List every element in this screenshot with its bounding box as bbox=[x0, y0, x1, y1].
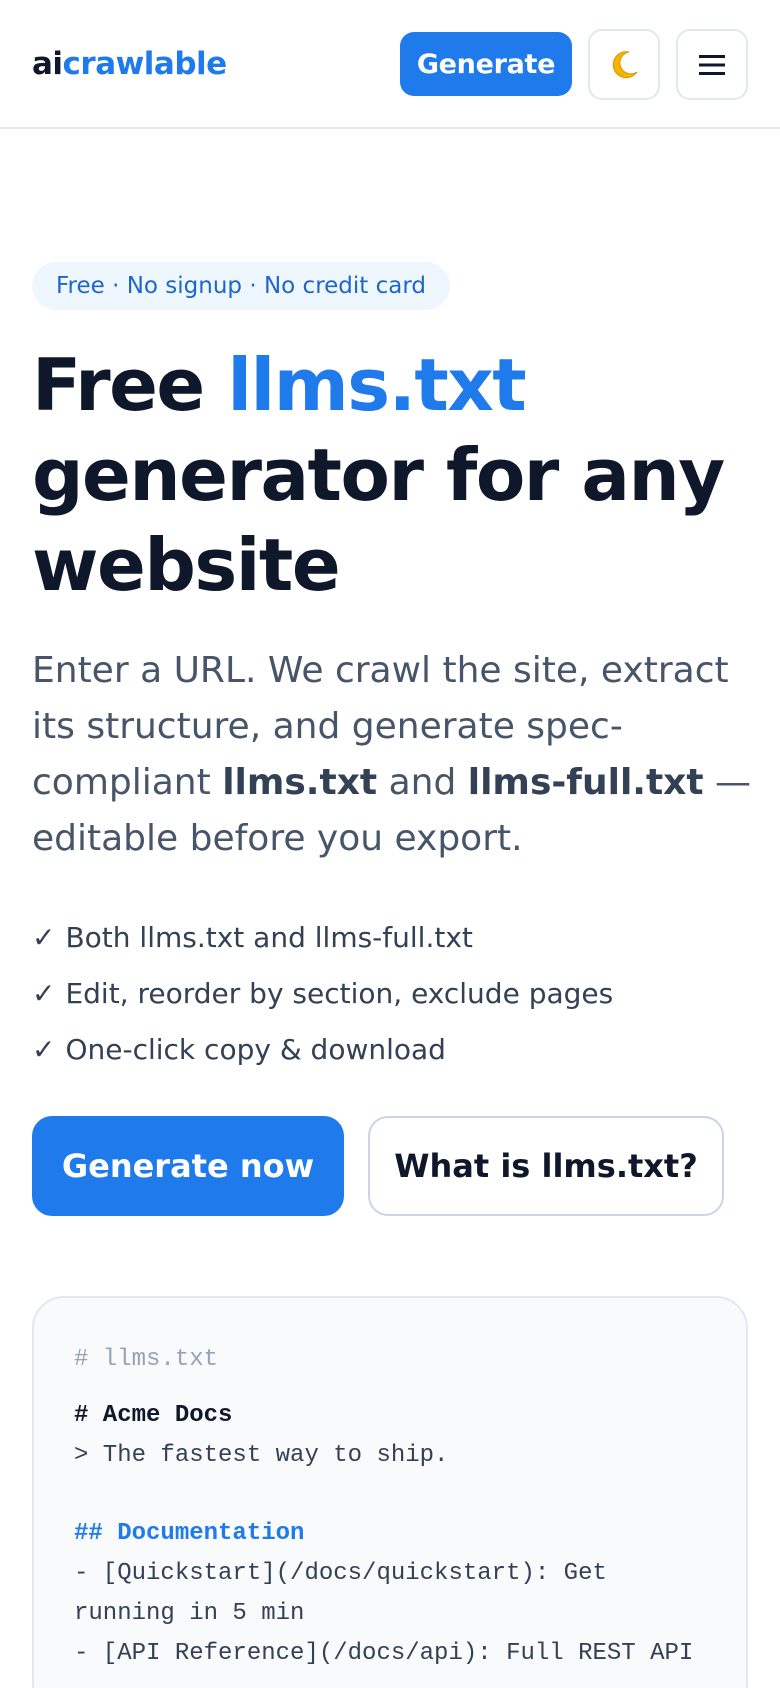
code-list-item: - [Quickstart](/docs/quickstart): Get ru… bbox=[74, 1560, 622, 1627]
menu-button[interactable] bbox=[676, 29, 748, 100]
code-comment: # llms.txt bbox=[74, 1346, 219, 1373]
theme-toggle-button[interactable] bbox=[588, 29, 660, 100]
code-spacer bbox=[74, 1476, 706, 1514]
what-is-llms-button[interactable]: What is llms.txt? bbox=[368, 1116, 724, 1216]
lead-bold-llms-full: llms-full.txt bbox=[467, 762, 704, 803]
check-icon: ✓ bbox=[32, 921, 56, 954]
code-section-heading: ## Documentation bbox=[74, 1520, 305, 1547]
code-list-item: - [API Reference](/docs/api): Full REST … bbox=[74, 1640, 694, 1667]
moon-icon bbox=[612, 50, 638, 78]
feature-text: Edit, reorder by section, exclude pages bbox=[65, 977, 614, 1010]
feature-text: Both llms.txt and llms-full.txt bbox=[65, 921, 473, 954]
feature-item: ✓ Edit, reorder by section, exclude pages bbox=[32, 966, 752, 1022]
hero-description: Enter a URL. We crawl the site, extract … bbox=[32, 643, 752, 867]
promo-badge: Free · No signup · No credit card bbox=[32, 262, 450, 310]
title-accent: llms.txt bbox=[227, 343, 526, 427]
logo-suffix: crawlable bbox=[62, 46, 228, 82]
site-header: aicrawlable Generate bbox=[0, 0, 780, 129]
title-part1: Free bbox=[32, 343, 228, 427]
logo-prefix: ai bbox=[32, 46, 63, 82]
lead-bold-llms: llms.txt bbox=[222, 762, 378, 803]
generate-now-button[interactable]: Generate now bbox=[32, 1116, 344, 1216]
title-part2: generator for any website bbox=[32, 433, 725, 607]
llms-code-preview: # llms.txt # Acme Docs > The fastest way… bbox=[32, 1296, 748, 1688]
header-generate-button[interactable]: Generate bbox=[400, 32, 572, 96]
feature-item: ✓ One-click copy & download bbox=[32, 1022, 752, 1078]
hamburger-icon bbox=[699, 54, 725, 75]
code-title: # Acme Docs bbox=[74, 1402, 233, 1429]
page-title: Free llms.txt generator for any website bbox=[32, 340, 752, 610]
check-icon: ✓ bbox=[32, 977, 56, 1010]
logo[interactable]: aicrawlable bbox=[32, 44, 227, 84]
lead-text-2: and bbox=[377, 762, 468, 803]
feature-list: ✓ Both llms.txt and llms-full.txt ✓ Edit, … bbox=[32, 910, 752, 1078]
feature-item: ✓ Both llms.txt and llms-full.txt bbox=[32, 910, 752, 966]
code-tagline: > The fastest way to ship. bbox=[74, 1442, 449, 1469]
feature-text: One-click copy & download bbox=[65, 1033, 446, 1066]
check-icon: ✓ bbox=[32, 1033, 56, 1066]
